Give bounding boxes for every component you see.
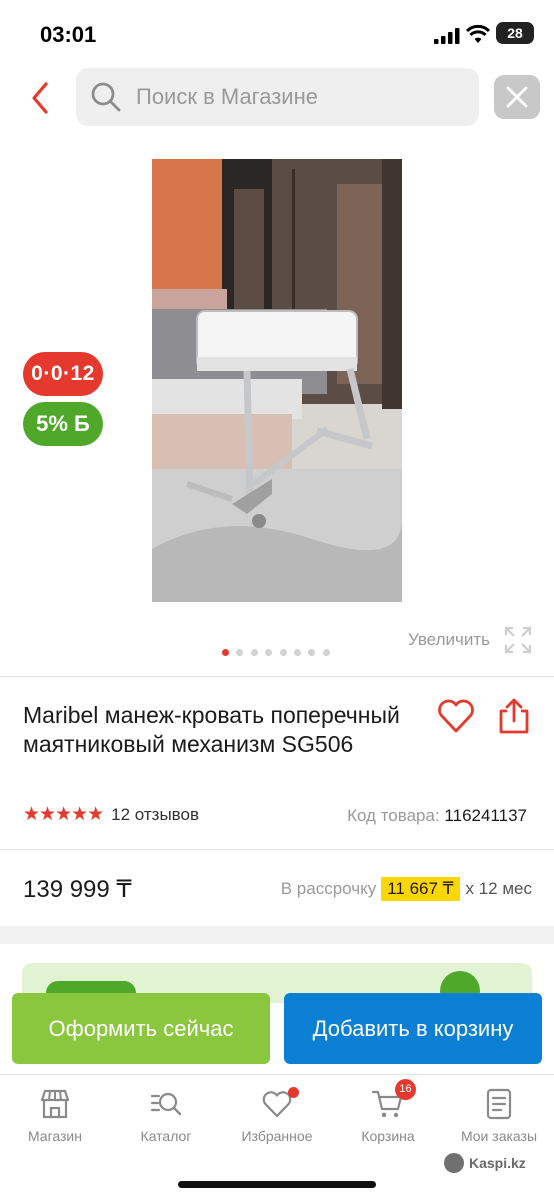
kaspi-watermark-text: Kaspi.kz — [469, 1155, 526, 1171]
installment-info[interactable]: В рассрочку 11 667 ₸ х 12 мес — [281, 877, 532, 901]
store-icon — [40, 1089, 70, 1119]
rating-stars-icon: ★★★★★ — [23, 804, 104, 825]
product-code: Код товара: 116241137 — [347, 806, 527, 826]
divider — [0, 849, 554, 850]
installment-label: В рассрочку — [280, 879, 377, 898]
tab-store-label: Магазин — [27, 1128, 82, 1144]
installment-badge: 0·0·12 — [23, 352, 103, 396]
tab-catalog-label: Каталог — [140, 1128, 192, 1144]
tab-catalog[interactable]: Каталог — [111, 1087, 221, 1144]
kaspi-logo-icon — [444, 1153, 464, 1173]
catalog-search-icon — [150, 1092, 182, 1116]
wifi-icon — [466, 24, 490, 43]
home-indicator[interactable] — [178, 1181, 376, 1188]
gallery-dot-active[interactable] — [222, 649, 229, 656]
favorite-button[interactable] — [436, 696, 476, 736]
gallery-dot[interactable] — [308, 649, 316, 656]
cart-count-badge: 16 — [395, 1079, 416, 1100]
divider — [0, 676, 554, 677]
product-title: Maribel манеж-кровать поперечный маятник… — [23, 702, 400, 757]
zoom-label: Увеличить — [408, 630, 490, 649]
chevron-left-icon — [32, 82, 48, 114]
tab-cart[interactable]: 16 Корзина — [333, 1079, 443, 1144]
zoom-button[interactable]: Увеличить — [408, 626, 532, 654]
gallery-pagination[interactable] — [222, 649, 337, 656]
close-button[interactable] — [494, 75, 540, 119]
share-button[interactable] — [496, 696, 532, 736]
tab-orders-label: Мои заказы — [460, 1128, 538, 1144]
gallery-dot[interactable] — [293, 649, 301, 656]
tab-store[interactable]: Магазин — [0, 1087, 110, 1144]
cellular-signal-icon — [434, 28, 460, 44]
buy-now-button[interactable]: Оформить сейчас — [12, 993, 270, 1064]
status-bar: 03:01 28 — [0, 0, 554, 64]
tab-favorites-label: Избранное — [241, 1128, 313, 1144]
kaspi-watermark: Kaspi.kz — [444, 1153, 526, 1173]
gallery-dot[interactable] — [322, 649, 330, 656]
installment-term: х 12 мес — [465, 879, 533, 898]
product-price: 139 999 ₸ — [23, 876, 132, 903]
rating-row[interactable]: ★★★★★ 12 отзывов — [23, 803, 199, 826]
search-bar[interactable] — [76, 68, 479, 126]
section-separator — [0, 926, 554, 944]
gallery-dot[interactable] — [279, 649, 287, 656]
product-code-label: Код товара: — [347, 806, 440, 825]
share-icon — [499, 698, 529, 734]
orders-icon — [486, 1088, 512, 1120]
tab-favorites[interactable]: Избранное — [222, 1087, 332, 1144]
add-to-cart-button[interactable]: Добавить в корзину — [284, 993, 542, 1064]
product-image[interactable] — [152, 159, 402, 602]
status-time: 03:01 — [40, 22, 97, 47]
favorites-notification-dot — [288, 1087, 299, 1098]
gallery-dot[interactable] — [250, 649, 258, 656]
product-photo-illustration — [152, 159, 402, 602]
close-icon — [506, 86, 528, 108]
tab-orders[interactable]: Мои заказы — [444, 1087, 554, 1144]
heart-icon — [438, 699, 474, 733]
search-icon — [91, 82, 121, 112]
reviews-link[interactable]: 12 отзывов — [111, 805, 199, 825]
search-input[interactable] — [136, 84, 456, 110]
tab-cart-label: Корзина — [361, 1128, 415, 1144]
installment-monthly-amount: 11 667 ₸ — [381, 877, 460, 901]
bonus-badge: 5% Б — [23, 402, 103, 446]
product-code-value: 116241137 — [444, 806, 527, 825]
gallery-dot[interactable] — [265, 649, 273, 656]
back-button[interactable] — [22, 78, 58, 118]
battery-icon: 28 — [496, 22, 534, 44]
gallery-dot[interactable] — [236, 649, 244, 656]
expand-icon — [504, 626, 532, 654]
